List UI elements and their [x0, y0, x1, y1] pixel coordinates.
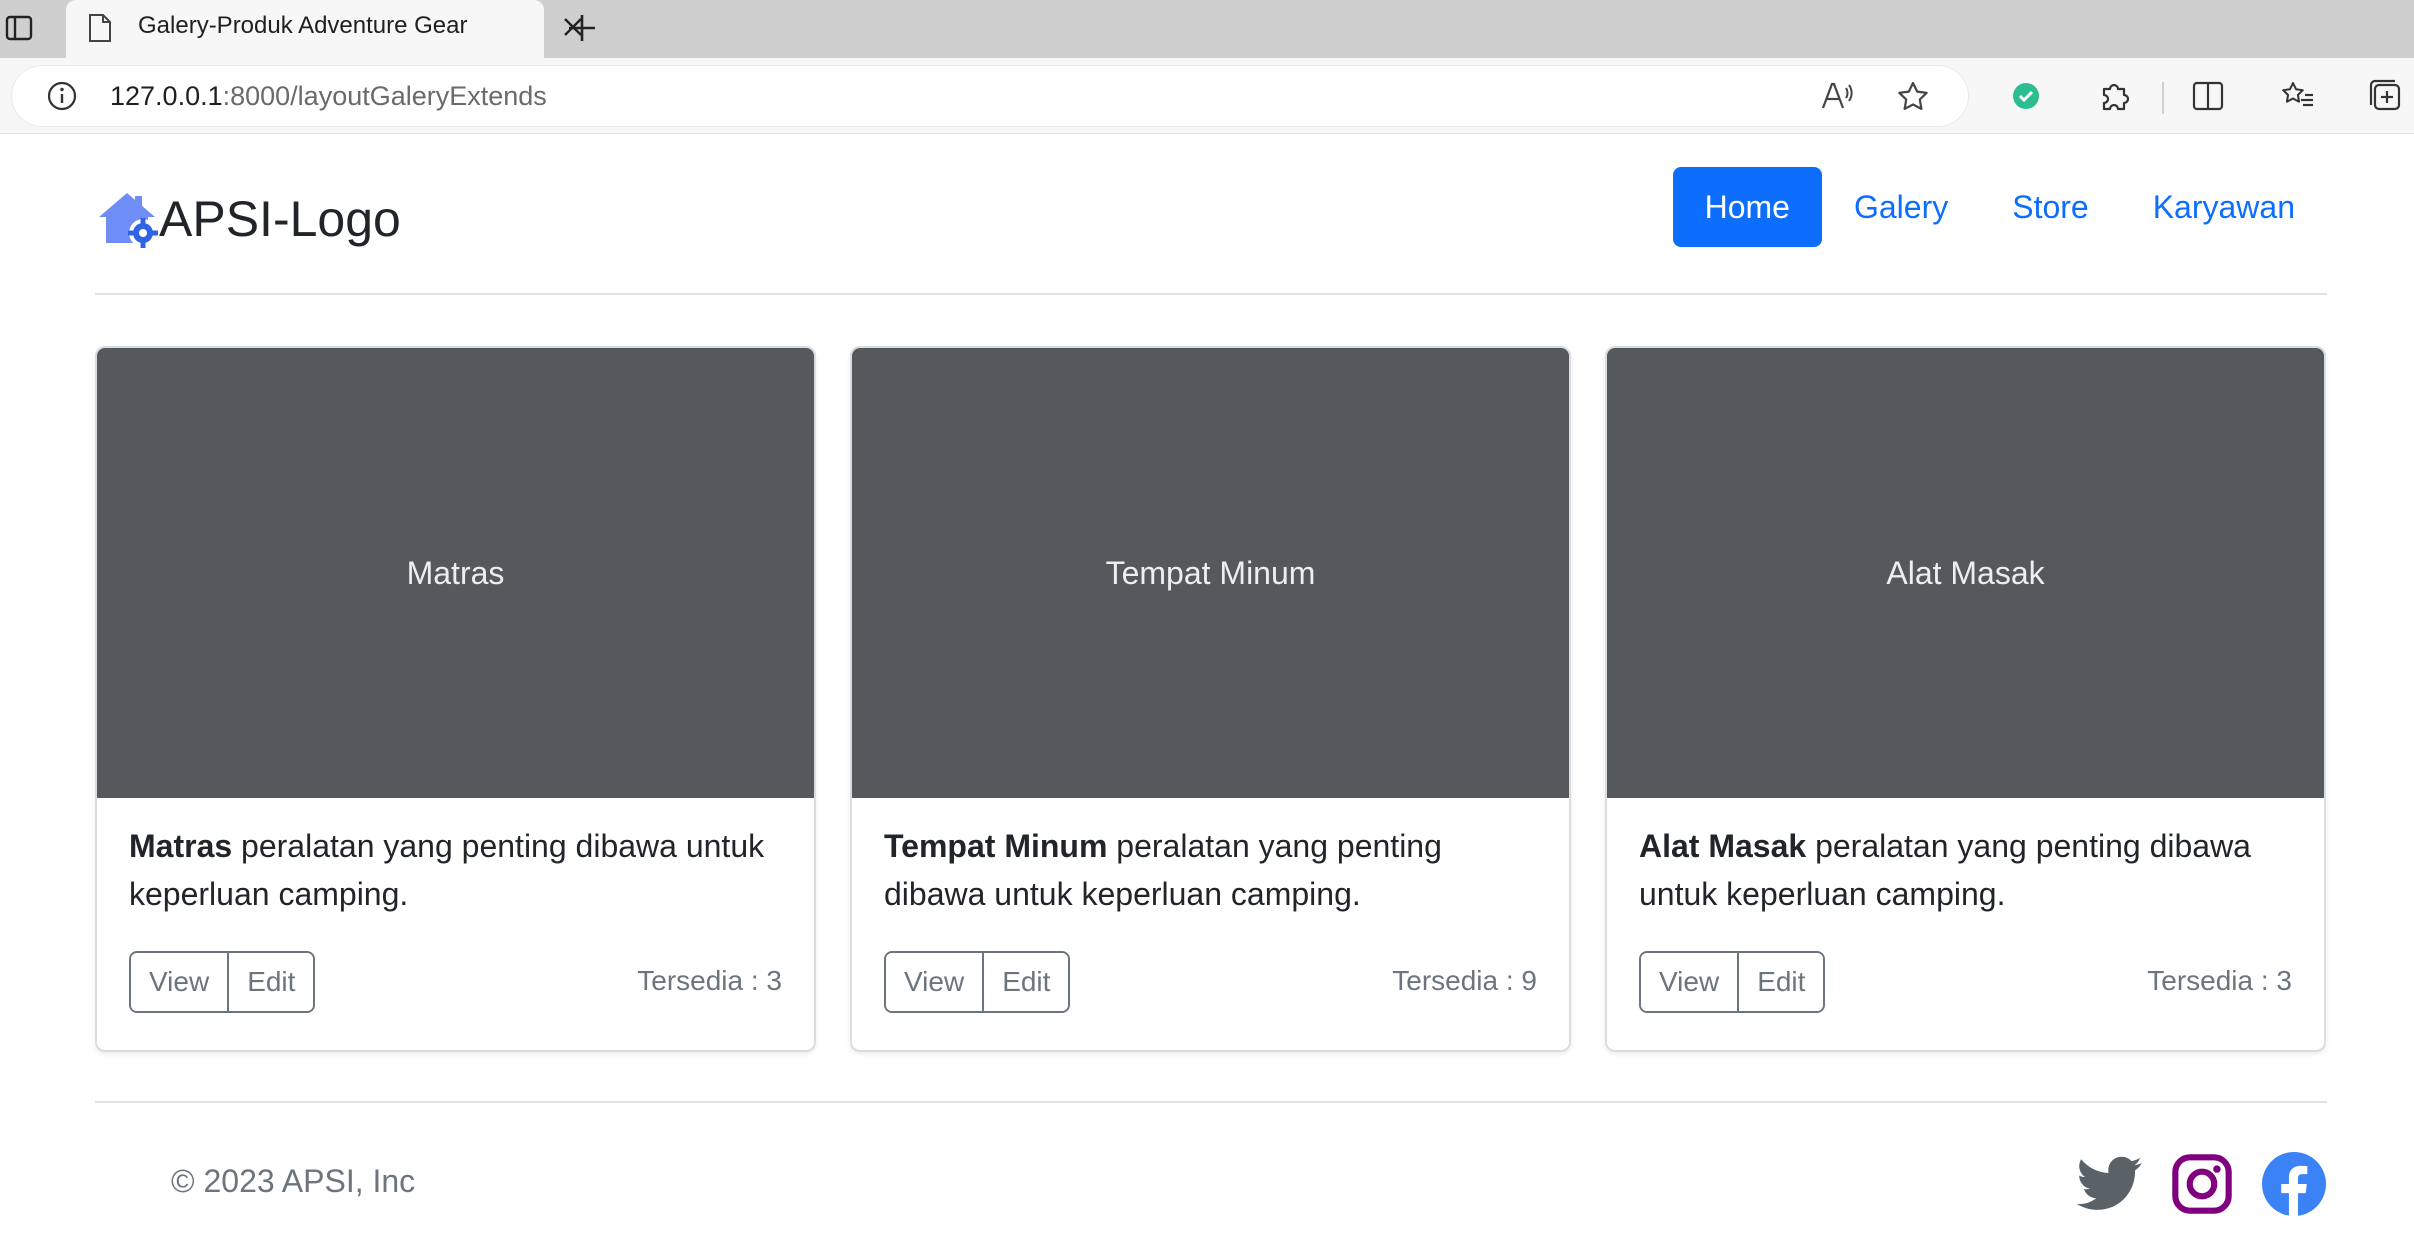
product-image-placeholder: Matras [97, 348, 814, 798]
nav-store[interactable]: Store [1980, 167, 2120, 247]
stock-text: Tersedia : 3 [2147, 965, 2292, 996]
favorite-star-icon[interactable] [1896, 80, 1930, 117]
read-aloud-icon[interactable] [1820, 80, 1854, 117]
tab-actions-icon[interactable] [0, 12, 38, 44]
product-image-placeholder: Alat Masak [1607, 348, 2324, 798]
edit-button[interactable]: Edit [227, 953, 314, 1011]
card-button-group: View Edit [129, 951, 316, 1013]
collections-icon[interactable] [2368, 78, 2404, 114]
product-image-placeholder: Tempat Minum [852, 348, 1569, 798]
tab-title: Galery-Produk Adventure Gear [138, 12, 468, 39]
nav-karyawan[interactable]: Karyawan [2121, 167, 2327, 247]
instagram-icon[interactable] [2169, 1151, 2235, 1217]
edit-button[interactable]: Edit [982, 953, 1069, 1011]
favorites-icon[interactable] [2280, 78, 2316, 114]
product-card: Matras Matras peralatan yang penting dib… [95, 346, 816, 1052]
address-bar[interactable]: 127.0.0.1:8000/layoutGaleryExtends [12, 66, 1968, 126]
image-label: Alat Masak [1886, 554, 2045, 591]
site-footer: © 2023 APSI, Inc [95, 1101, 2327, 1246]
extension-green-icon[interactable] [2008, 78, 2044, 114]
toolbar-separator [2162, 82, 2164, 114]
product-description: Matras peralatan yang penting dibawa unt… [129, 822, 789, 918]
facebook-icon[interactable] [2261, 1151, 2327, 1217]
brand-logo-link[interactable]: APSI-Logo [95, 187, 401, 251]
site-navbar: APSI-Logo Home Galery Store Karyawan [95, 135, 2327, 295]
product-name: Tempat Minum [884, 828, 1108, 864]
stock-text: Tersedia : 9 [1392, 965, 1537, 996]
main-nav: Home Galery Store Karyawan [1672, 167, 2327, 247]
url-text[interactable]: 127.0.0.1:8000/layoutGaleryExtends [110, 81, 547, 112]
split-screen-icon[interactable] [2190, 78, 2226, 114]
image-label: Tempat Minum [1105, 554, 1316, 591]
page-icon [88, 13, 112, 48]
url-path: :8000/layoutGaleryExtends [222, 81, 547, 111]
card-button-group: View Edit [1639, 951, 1826, 1013]
edit-button[interactable]: Edit [1737, 953, 1824, 1011]
browser-tab-bar: Galery-Produk Adventure Gear [0, 0, 2414, 58]
view-button[interactable]: View [131, 953, 228, 1011]
browser-toolbar: 127.0.0.1:8000/layoutGaleryExtends [0, 58, 2414, 134]
view-button[interactable]: View [1641, 953, 1738, 1011]
product-gallery: Matras Matras peralatan yang penting dib… [95, 346, 2327, 1052]
url-host: 127.0.0.1 [110, 81, 223, 111]
extensions-puzzle-icon[interactable] [2096, 78, 2132, 114]
copyright-text: © 2023 APSI, Inc [171, 1163, 416, 1199]
stock-text: Tersedia : 3 [637, 965, 782, 996]
browser-tab[interactable]: Galery-Produk Adventure Gear [66, 0, 582, 58]
nav-galery[interactable]: Galery [1822, 167, 1980, 247]
product-card: Tempat Minum Tempat Minum peralatan yang… [850, 346, 1571, 1052]
house-gear-icon [99, 193, 158, 248]
product-description: Alat Masak peralatan yang penting dibawa… [1639, 822, 2299, 918]
product-name: Matras [129, 828, 233, 864]
social-links [2051, 1151, 2327, 1217]
twitter-icon[interactable] [2077, 1151, 2143, 1217]
brand-text: APSI-Logo [159, 191, 401, 247]
product-name: Alat Masak [1639, 828, 1807, 864]
nav-home[interactable]: Home [1672, 167, 1822, 247]
page-content: APSI-Logo Home Galery Store Karyawan Mat… [0, 135, 2414, 1246]
product-card: Alat Masak Alat Masak peralatan yang pen… [1605, 346, 2326, 1052]
site-info-icon[interactable] [46, 80, 78, 117]
card-button-group: View Edit [884, 951, 1071, 1013]
view-button[interactable]: View [886, 953, 983, 1011]
new-tab-icon[interactable] [564, 10, 600, 46]
product-description: Tempat Minum peralatan yang penting diba… [884, 822, 1544, 918]
image-label: Matras [406, 554, 505, 591]
